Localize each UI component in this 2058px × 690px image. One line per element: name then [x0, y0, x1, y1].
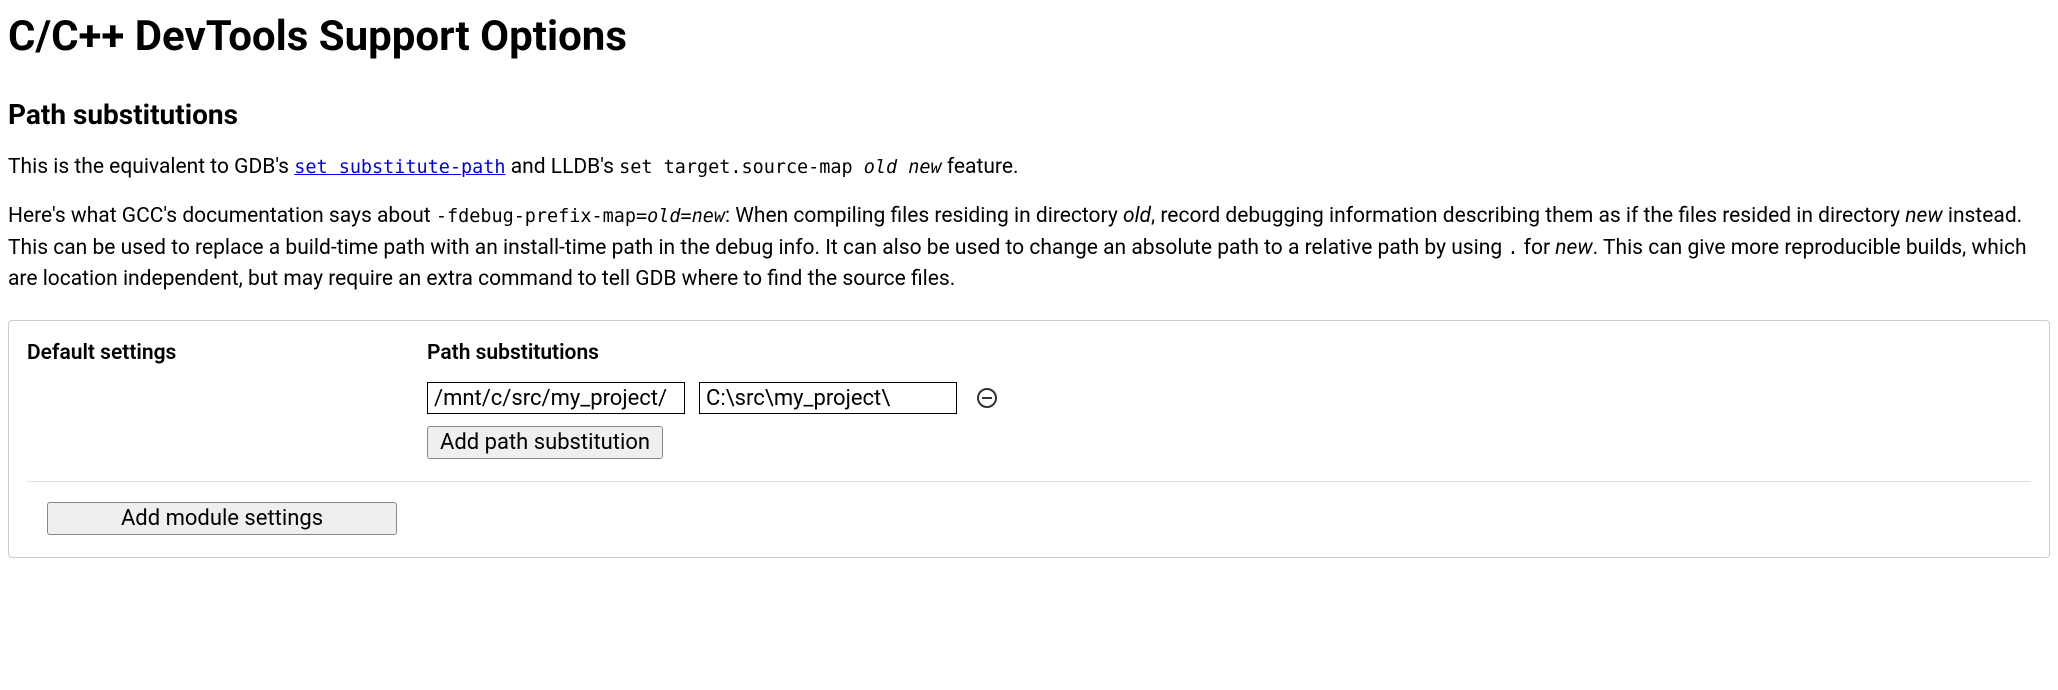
- remove-substitution-icon[interactable]: [975, 386, 999, 410]
- p2-new2: new: [1555, 236, 1592, 260]
- substitution-row: [427, 382, 2031, 414]
- p2-old: old: [1123, 204, 1151, 228]
- p2-flag-a: -fdebug-prefix-map=: [436, 206, 647, 227]
- p2-mid2: , record debugging information describin…: [1151, 204, 1905, 228]
- p1-code-ital: old new: [864, 157, 942, 178]
- default-settings-label: Default settings: [27, 339, 427, 368]
- p2-pre: Here's what GCC's documentation says abo…: [8, 204, 436, 228]
- section-heading: Path substitutions: [8, 95, 2050, 134]
- substitution-from-input[interactable]: [427, 382, 685, 414]
- divider: [27, 481, 2031, 482]
- add-module-settings-button[interactable]: Add module settings: [47, 502, 397, 535]
- settings-panel: Default settings Path substitutions Add …: [8, 320, 2050, 558]
- p1-pre: This is the equivalent to GDB's: [8, 155, 294, 179]
- set-substitute-path-link[interactable]: set substitute-path: [294, 157, 505, 178]
- p2-mid1: : When compiling files residing in direc…: [725, 204, 1123, 228]
- p2-dot: .: [1507, 238, 1518, 259]
- add-path-substitution-button[interactable]: Add path substitution: [427, 426, 663, 459]
- p1-post: feature.: [942, 155, 1019, 179]
- p1-code: set target.source-map: [619, 157, 864, 178]
- substitution-to-input[interactable]: [699, 382, 957, 414]
- description-paragraph-2: Here's what GCC's documentation says abo…: [8, 201, 2050, 296]
- p2-mid4: for: [1518, 236, 1555, 260]
- path-substitutions-label: Path substitutions: [427, 339, 2031, 368]
- description-paragraph-1: This is the equivalent to GDB's set subs…: [8, 152, 2050, 184]
- page-title: C/C++ DevTools Support Options: [8, 8, 2050, 67]
- p2-new: new: [1905, 204, 1942, 228]
- p1-mid: and LLDB's: [505, 155, 619, 179]
- p2-flag-b: old=new: [647, 206, 725, 227]
